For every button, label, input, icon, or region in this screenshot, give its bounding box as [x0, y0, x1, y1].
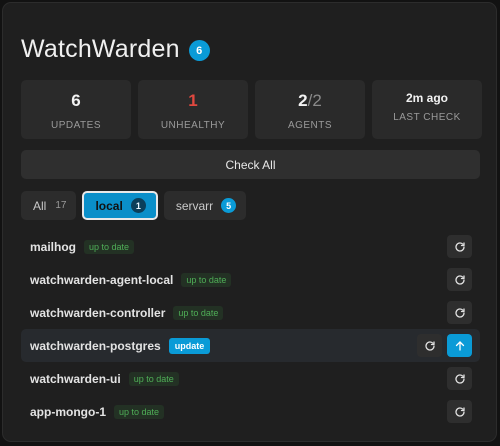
container-name: watchwarden-agent-local [30, 272, 174, 287]
check-button[interactable] [447, 400, 472, 423]
refresh-icon [424, 340, 435, 351]
check-all-button[interactable]: Check All [21, 150, 480, 179]
tab-all-label: All [33, 198, 47, 213]
status-badge: up to date [114, 404, 165, 419]
tab-local-count: 1 [130, 198, 146, 213]
container-name: watchwarden-postgres [30, 338, 161, 353]
refresh-icon [454, 274, 465, 285]
row-actions [417, 334, 472, 357]
agent-tabs: All 17 local 1 servarr 5 [21, 191, 247, 220]
stat-updates: 6 UPDATES [21, 80, 131, 139]
arrow-up-icon [455, 340, 464, 351]
container-name: watchwarden-controller [30, 305, 166, 320]
stat-last-check-label: LAST CHECK [393, 112, 461, 123]
stat-unhealthy-label: UNHEALTHY [160, 120, 226, 131]
status-badge: up to date [173, 305, 224, 320]
stat-updates-value: 6 [71, 91, 81, 110]
tab-all-count: 17 [55, 200, 67, 211]
table-row: mailhog up to date [21, 230, 480, 263]
row-actions [447, 400, 472, 423]
tab-all[interactable]: All 17 [21, 191, 77, 220]
tab-servarr[interactable]: servarr 5 [163, 191, 247, 220]
stats-row: 6 UPDATES 1 UNHEALTHY 2/2 AGENTS 2m ago … [21, 80, 482, 139]
refresh-icon [454, 307, 465, 318]
container-name: watchwarden-ui [30, 371, 121, 386]
watchwarden-panel: WatchWarden 6 6 UPDATES 1 UNHEALTHY 2/2 … [2, 2, 497, 442]
table-row: app-mongo-1 up to date [21, 395, 480, 428]
status-badge: up to date [181, 272, 232, 287]
row-actions [447, 367, 472, 390]
update-button[interactable] [447, 334, 472, 357]
updates-count-badge: 6 [188, 40, 210, 61]
refresh-icon [454, 406, 465, 417]
refresh-icon [454, 373, 465, 384]
stat-last-check-value: 2m ago [405, 91, 448, 105]
check-button[interactable] [447, 268, 472, 291]
table-row: watchwarden-ui up to date [21, 362, 480, 395]
stat-agents-total: /2 [307, 91, 322, 110]
stat-unhealthy-value: 1 [188, 91, 198, 110]
check-button[interactable] [447, 301, 472, 324]
container-list: mailhog up to date watchwarden-agent-loc… [21, 230, 480, 428]
page-title: WatchWarden [21, 35, 180, 63]
stat-agents-value: 2/2 [298, 91, 322, 111]
stat-last-check: 2m ago LAST CHECK [372, 80, 482, 139]
stat-unhealthy: 1 UNHEALTHY [138, 80, 248, 139]
stat-agents-online: 2 [298, 91, 308, 110]
stat-agents-label: AGENTS [287, 120, 333, 131]
status-badge: up to date [128, 371, 179, 386]
container-name: mailhog [30, 239, 77, 254]
check-button[interactable] [447, 235, 472, 258]
row-actions [447, 301, 472, 324]
table-row: watchwarden-agent-local up to date [21, 263, 480, 296]
refresh-icon [454, 241, 465, 252]
table-row: watchwarden-postgres update [21, 329, 480, 362]
tab-local[interactable]: local 1 [82, 191, 158, 220]
stat-updates-label: UPDATES [51, 120, 101, 131]
status-badge: up to date [84, 239, 135, 254]
table-row: watchwarden-controller up to date [21, 296, 480, 329]
status-badge: update [168, 337, 211, 354]
check-button[interactable] [447, 367, 472, 390]
tab-local-label: local [95, 198, 123, 213]
check-button[interactable] [417, 334, 442, 357]
tab-servarr-count: 5 [221, 198, 237, 213]
row-actions [447, 268, 472, 291]
stat-agents: 2/2 AGENTS [255, 80, 365, 139]
container-name: app-mongo-1 [30, 404, 106, 419]
page-header: WatchWarden 6 [21, 35, 210, 64]
row-actions [447, 235, 472, 258]
tab-servarr-label: servarr [175, 198, 214, 213]
